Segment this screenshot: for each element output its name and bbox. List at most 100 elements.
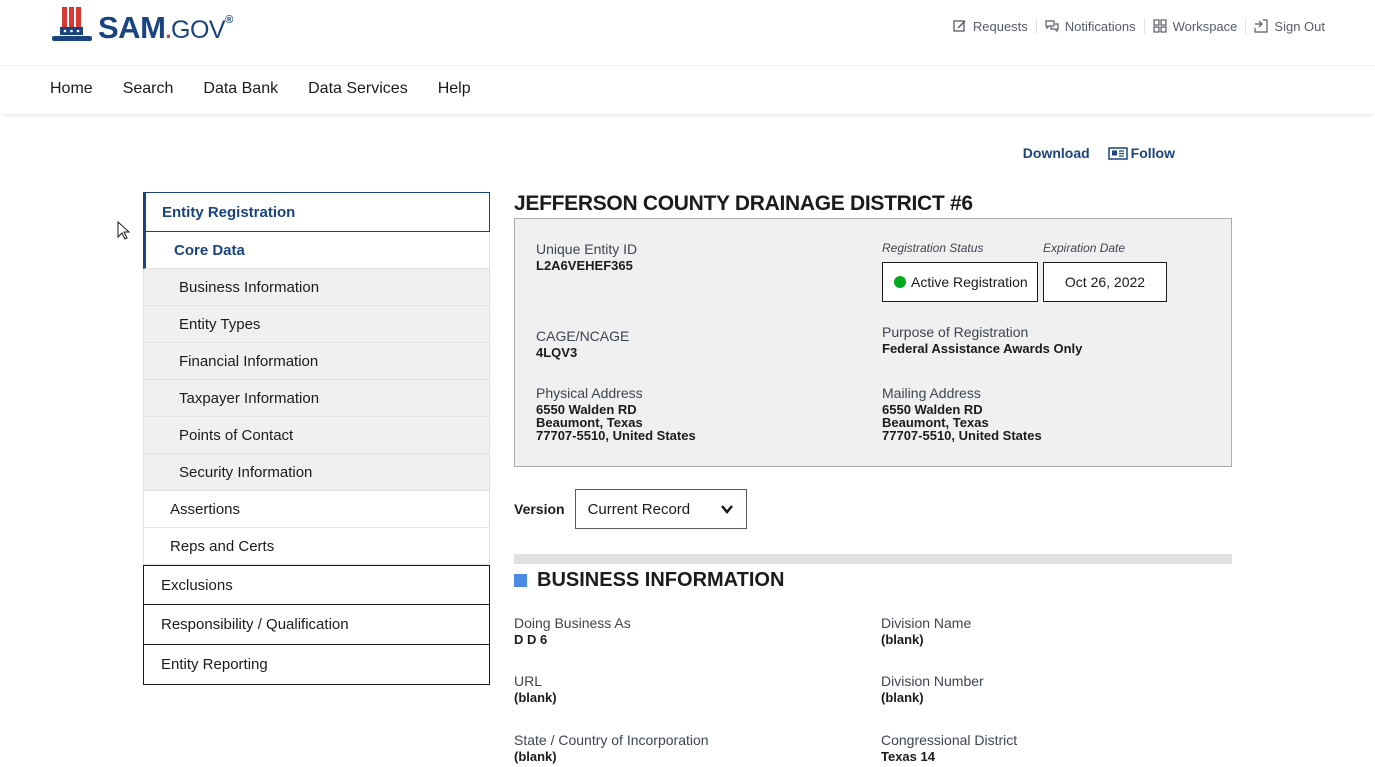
congressional-district-label: Congressional District (881, 732, 1018, 748)
edit-icon (953, 20, 966, 32)
utility-nav: Requests Notifications Workspace Sign Ou… (945, 18, 1325, 34)
nav-data-bank[interactable]: Data Bank (203, 80, 278, 98)
version-selected-value: Current Record (587, 500, 691, 518)
physical-address-value: 6550 Walden RD Beaumont, Texas 77707-551… (536, 403, 696, 442)
dba-label: Doing Business As (514, 615, 631, 631)
sidebar-item-business-information[interactable]: Business Information (143, 269, 490, 306)
section-divider (514, 554, 1232, 564)
status-value: Active Registration (911, 274, 1028, 290)
workspace-link[interactable]: Workspace (1145, 18, 1247, 34)
state-incorporation-value: (blank) (514, 749, 557, 764)
uei-field: Unique Entity ID L2A6VEHEF365 (536, 241, 637, 273)
main-content: JEFFERSON COUNTY DRAINAGE DISTRICT #6 Un… (514, 192, 1232, 764)
logo-text: SAM.GOV® (98, 12, 233, 43)
registration-summary: Unique Entity ID L2A6VEHEF365 Registrati… (514, 218, 1232, 467)
url-field: URL (blank) (514, 673, 557, 705)
logo-text-main: SAM (98, 10, 166, 45)
mailing-address-field: Mailing Address 6550 Walden RD Beaumont,… (882, 385, 1042, 442)
sidebar-item-points-of-contact[interactable]: Points of Contact (143, 417, 490, 454)
division-name-field: Division Name (blank) (881, 615, 971, 647)
division-number-field: Division Number (blank) (881, 673, 984, 705)
mouse-cursor-icon (117, 221, 131, 240)
grid-icon (1153, 19, 1167, 33)
section-title-text: BUSINESS INFORMATION (537, 569, 785, 591)
purpose-value: Federal Assistance Awards Only (882, 341, 1083, 356)
nav-help[interactable]: Help (438, 80, 471, 98)
sidebar-item-label: Points of Contact (179, 426, 294, 444)
status-badge: Active Registration (882, 262, 1038, 302)
section-marker-icon (514, 574, 527, 587)
nav-search[interactable]: Search (123, 80, 174, 98)
requests-label: Requests (972, 18, 1028, 34)
sidebar-item-label: Core Data (174, 241, 245, 259)
download-link[interactable]: Download (1023, 145, 1090, 161)
congressional-district-field: Congressional District Texas 14 (881, 732, 1017, 764)
sidebar-item-security-information[interactable]: Security Information (143, 454, 490, 491)
sidebar-item-label: Financial Information (179, 352, 319, 370)
dba-field: Doing Business As D D 6 (514, 615, 631, 647)
page-actions: Download Follow (1023, 145, 1175, 161)
cage-label: CAGE/NCAGE (536, 328, 630, 344)
sidebar-item-entity-reporting[interactable]: Entity Reporting (143, 645, 490, 685)
mailing-address-value: 6550 Walden RD Beaumont, Texas 77707-551… (882, 403, 1042, 442)
sidebar-item-entity-registration[interactable]: Entity Registration (143, 192, 490, 232)
sidebar-item-label: Taxpayer Information (179, 389, 320, 407)
sidebar-item-label: Assertions (170, 500, 241, 518)
registration-status-label: Registration Status (882, 241, 984, 255)
sidebar-item-financial-information[interactable]: Financial Information (143, 343, 490, 380)
physical-address-label: Physical Address (536, 385, 643, 401)
expiration-date-value: Oct 26, 2022 (1043, 262, 1167, 302)
logo-text-reg: ® (225, 14, 233, 26)
division-name-value: (blank) (881, 632, 924, 647)
state-incorporation-field: State / Country of Incorporation (blank) (514, 732, 709, 764)
sign-out-label: Sign Out (1274, 18, 1325, 34)
sidebar-item-reps-and-certs[interactable]: Reps and Certs (143, 528, 490, 565)
sidebar-item-assertions[interactable]: Assertions (143, 491, 490, 528)
version-row: Version Current Record (514, 489, 747, 529)
purpose-field: Purpose of Registration Federal Assistan… (882, 324, 1082, 356)
follow-button[interactable]: Follow (1107, 145, 1175, 161)
sign-out-link[interactable]: Sign Out (1246, 18, 1325, 34)
physical-address-field: Physical Address 6550 Walden RD Beaumont… (536, 385, 696, 442)
sidebar-item-label: Entity Reporting (161, 656, 268, 673)
follow-label: Follow (1130, 145, 1175, 161)
cage-field: CAGE/NCAGE 4LQV3 (536, 328, 629, 360)
nav-home[interactable]: Home (50, 80, 93, 98)
sidebar-item-core-data[interactable]: Core Data (143, 232, 490, 269)
uei-value: L2A6VEHEF365 (536, 258, 633, 273)
logo-text-gov: GOV (171, 16, 226, 44)
division-number-value: (blank) (881, 690, 924, 705)
url-label: URL (514, 673, 543, 689)
cage-value: 4LQV3 (536, 345, 578, 360)
state-incorporation-label: State / Country of Incorporation (514, 732, 709, 748)
expiration-date-label: Expiration Date (1043, 241, 1126, 255)
mailing-address-line3: 77707-5510, United States (882, 428, 1042, 443)
sidebar-item-responsibility-qualification[interactable]: Responsibility / Qualification (143, 605, 490, 645)
nav-data-services[interactable]: Data Services (308, 80, 408, 98)
congressional-district-value: Texas 14 (881, 749, 935, 764)
sidebar-nav: Entity Registration Core Data Business I… (143, 192, 490, 685)
notifications-label: Notifications (1064, 18, 1136, 34)
uncle-sam-hat-icon (52, 7, 92, 41)
active-status-icon (894, 276, 906, 288)
sidebar-item-taxpayer-information[interactable]: Taxpayer Information (143, 380, 490, 417)
chevron-down-icon (720, 505, 733, 514)
page-title: JEFFERSON COUNTY DRAINAGE DISTRICT #6 (514, 192, 973, 215)
uei-label: Unique Entity ID (536, 241, 638, 257)
physical-address-line3: 77707-5510, United States (536, 428, 696, 443)
mailing-address-label: Mailing Address (882, 385, 981, 401)
site-header: SAM.GOV® Requests Notifications Workspac… (0, 0, 1375, 66)
sign-out-icon (1254, 19, 1269, 33)
chat-icon (1045, 20, 1059, 33)
division-number-label: Division Number (881, 673, 984, 689)
sidebar-item-exclusions[interactable]: Exclusions (143, 565, 490, 605)
division-name-label: Division Name (881, 615, 972, 631)
main-nav: Home Search Data Bank Data Services Help (0, 66, 1375, 114)
version-select[interactable]: Current Record (574, 489, 747, 529)
requests-link[interactable]: Requests (945, 18, 1037, 34)
sidebar-item-entity-types[interactable]: Entity Types (143, 306, 490, 343)
sam-gov-logo[interactable]: SAM.GOV® (50, 5, 233, 45)
notifications-link[interactable]: Notifications (1037, 18, 1145, 34)
workspace-label: Workspace (1172, 18, 1238, 34)
url-value: (blank) (514, 690, 557, 705)
